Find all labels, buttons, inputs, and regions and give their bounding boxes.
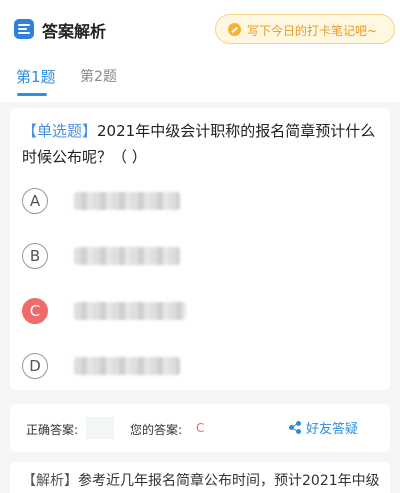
correct-answer-value-blurred <box>86 417 114 439</box>
option-b-letter: B <box>22 243 48 269</box>
header: 答案解析 写下今日的打卡笔记吧~ <box>0 0 400 58</box>
option-c-text-blurred <box>74 302 186 320</box>
note-prompt-text: 写下今日的打卡笔记吧~ <box>247 24 378 38</box>
page-title: 答案解析 <box>42 22 107 41</box>
question-type-tag: 【单选题】 <box>22 122 98 140</box>
ask-friend-button[interactable]: 好友答疑 <box>306 418 358 437</box>
option-c[interactable]: C <box>12 296 212 328</box>
option-a[interactable]: A <box>12 186 212 218</box>
active-tab-indicator <box>17 93 47 96</box>
option-a-letter: A <box>22 188 48 214</box>
question-text: 【单选题】2021年中级会计职称的报名简章预计什么时候公布呢？（ ） <box>22 118 382 170</box>
option-a-text-blurred <box>74 192 180 210</box>
option-d[interactable]: D <box>12 351 212 383</box>
answer-bar: 正确答案: 您的答案: C 好友答疑 <box>10 404 390 452</box>
option-b[interactable]: B <box>12 241 212 273</box>
analysis-tag: 【解析】 <box>22 473 78 489</box>
share-icon[interactable] <box>289 421 301 434</box>
analysis-text: 【解析】参考近几年报名简章公布时间，预计2021年中级 <box>22 470 394 490</box>
tab-question-1[interactable]: 第1题 <box>16 66 56 87</box>
option-c-letter: C <box>22 298 48 324</box>
pencil-icon <box>228 23 241 36</box>
your-answer-value: C <box>196 421 205 435</box>
correct-answer-label: 正确答案: <box>26 423 79 437</box>
answer-analysis-icon <box>14 19 34 39</box>
option-d-letter: D <box>22 353 48 379</box>
question-tabs: 第1题 第2题 <box>0 58 400 102</box>
tab-question-2[interactable]: 第2题 <box>80 66 117 86</box>
analysis-card: 【解析】参考近几年报名简章公布时间，预计2021年中级 <box>10 462 390 493</box>
analysis-body: 参考近几年报名简章公布时间，预计2021年中级 <box>78 473 380 489</box>
note-prompt-button[interactable]: 写下今日的打卡笔记吧~ <box>215 14 395 44</box>
option-b-text-blurred <box>74 247 180 265</box>
option-d-text-blurred <box>74 357 180 375</box>
your-answer-label: 您的答案: <box>130 423 183 437</box>
